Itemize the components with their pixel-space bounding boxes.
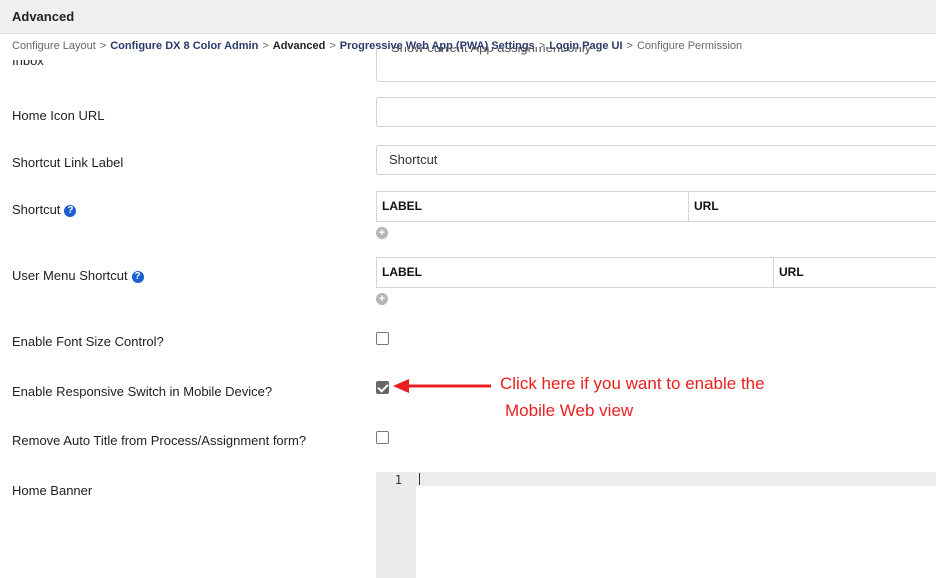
enable-font-size-control-checkbox[interactable] xyxy=(376,332,389,345)
user-menu-shortcut-col-label: LABEL xyxy=(382,265,422,279)
home-banner-code-editor[interactable]: 1 xyxy=(376,472,936,578)
user-menu-shortcut-col-url: URL xyxy=(773,258,936,287)
annotation-text-line2: Mobile Web view xyxy=(505,401,634,420)
breadcrumb-separator: > xyxy=(99,40,107,52)
enable-responsive-switch-label: Enable Responsive Switch in Mobile Devic… xyxy=(12,384,273,399)
page-header: Advanced xyxy=(0,0,936,34)
home-banner-label: Home Banner xyxy=(12,483,93,498)
home-icon-url-input[interactable] xyxy=(376,97,936,127)
enable-font-size-control-label: Enable Font Size Control? xyxy=(12,334,164,349)
user-menu-shortcut-table-header: LABEL URL xyxy=(376,257,936,288)
remove-auto-title-label: Remove Auto Title from Process/Assignmen… xyxy=(12,433,307,448)
remove-auto-title-checkbox[interactable] xyxy=(376,431,389,444)
shortcut-col-label: LABEL xyxy=(382,199,422,213)
editor-active-line xyxy=(416,472,936,486)
question-circle-icon[interactable]: ? xyxy=(64,204,77,217)
plus-circle-icon[interactable]: + xyxy=(376,293,388,305)
breadcrumb-item-advanced: Advanced xyxy=(272,40,326,52)
inbox-label: Inbox xyxy=(12,60,44,68)
breadcrumb-separator: > xyxy=(262,40,269,52)
enable-responsive-switch-checkbox[interactable] xyxy=(376,381,389,394)
breadcrumb-item-configure-layout[interactable]: Configure Layout xyxy=(12,40,96,52)
shortcut-col-url: URL xyxy=(688,192,936,221)
inbox-select[interactable]: Show current App assignment only xyxy=(376,47,936,82)
shortcut-label: Shortcut? xyxy=(12,202,77,217)
page-title: Advanced xyxy=(12,9,75,24)
annotation-arrow-icon xyxy=(393,379,491,393)
user-menu-shortcut-label: User Menu Shortcut? xyxy=(12,268,144,283)
editor-gutter: 1 xyxy=(376,472,416,578)
editor-cursor xyxy=(419,473,420,485)
annotation-text-line1: Click here if you want to enable the xyxy=(500,374,765,393)
breadcrumb-separator: > xyxy=(329,40,336,52)
home-icon-url-label: Home Icon URL xyxy=(12,108,105,123)
breadcrumb-item-configure-dx8[interactable]: Configure DX 8 Color Admin xyxy=(110,40,258,52)
shortcut-link-label-label: Shortcut Link Label xyxy=(12,155,124,170)
line-number: 1 xyxy=(394,473,402,487)
question-circle-icon[interactable]: ? xyxy=(131,270,144,283)
shortcut-link-label-input[interactable]: Shortcut xyxy=(376,145,936,175)
plus-circle-icon[interactable]: + xyxy=(376,227,388,239)
shortcut-table-header: LABEL URL xyxy=(376,191,936,222)
